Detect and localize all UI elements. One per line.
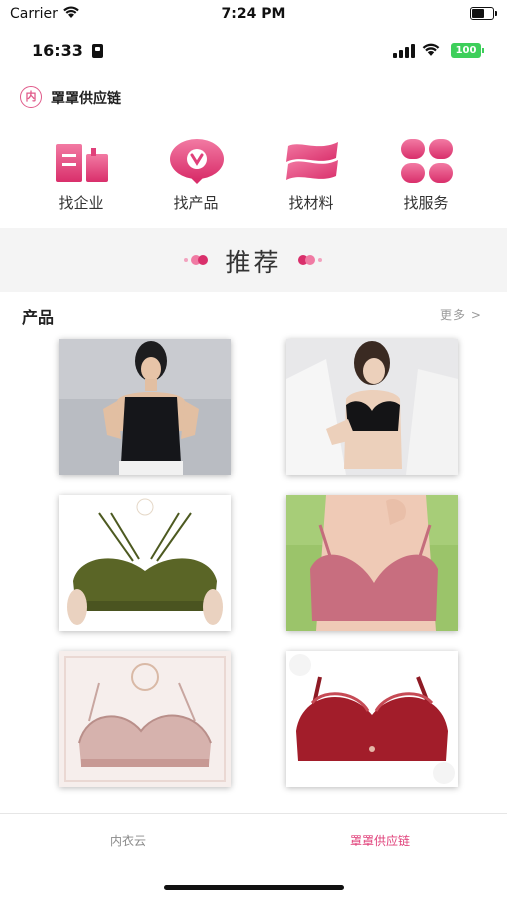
category-label: 找材料 xyxy=(288,194,334,212)
simulator-status-bar: Carrier 7:24 PM xyxy=(0,0,507,30)
category-label: 找企业 xyxy=(58,194,104,212)
product-card[interactable] xyxy=(59,495,231,631)
clover-icon xyxy=(401,139,453,183)
fabric-icon xyxy=(286,142,338,180)
category-find-company[interactable]: 找企业 xyxy=(26,136,136,216)
product-photo-pink-bra xyxy=(286,495,458,631)
product-photo-pink-lace-bra xyxy=(59,651,231,787)
category-find-product[interactable]: 找产品 xyxy=(141,136,251,216)
signal-icon xyxy=(393,44,415,58)
product-card[interactable] xyxy=(59,651,231,787)
more-link[interactable]: 更多 > xyxy=(440,306,482,323)
app-status-bar: 16:33 100 xyxy=(0,32,507,68)
product-photo-black-tank-top xyxy=(59,339,231,475)
tab-neiyi-cloud[interactable]: 内衣云 xyxy=(48,832,208,849)
simulator-clock: 7:24 PM xyxy=(221,6,286,22)
sim-card-icon xyxy=(92,44,103,58)
bottom-tab-bar: 内衣云 罩罩供应链 xyxy=(0,813,507,873)
category-label: 找服务 xyxy=(403,194,449,212)
battery-nub xyxy=(482,48,484,53)
product-photo-olive-strappy-bra xyxy=(59,495,231,631)
battery-icon xyxy=(470,7,497,20)
products-section-title: 产品 xyxy=(22,308,55,327)
app-clock: 16:33 xyxy=(32,41,83,60)
tab-supply-chain[interactable]: 罩罩供应链 xyxy=(300,832,460,849)
building-icon xyxy=(56,144,108,182)
category-nav: 找企业 找产品 找材料 找服务 xyxy=(0,136,507,216)
recommend-title: 推荐 xyxy=(225,248,282,277)
wifi-icon xyxy=(422,43,440,56)
product-badge-icon xyxy=(170,139,224,184)
home-indicator xyxy=(164,885,344,890)
battery-badge: 100 xyxy=(451,43,481,58)
product-photo-red-lace-bra xyxy=(286,651,458,787)
brand-name: 罩罩供应链 xyxy=(51,91,121,107)
product-card[interactable] xyxy=(286,651,458,787)
recommend-banner: 推荐 xyxy=(0,228,507,292)
product-card[interactable] xyxy=(286,495,458,631)
product-card[interactable] xyxy=(59,339,231,475)
category-label: 找产品 xyxy=(173,194,219,212)
category-find-service[interactable]: 找服务 xyxy=(371,136,481,216)
product-photo-black-bra xyxy=(286,339,458,475)
category-find-material[interactable]: 找材料 xyxy=(256,136,366,216)
product-card[interactable] xyxy=(286,339,458,475)
brand-logo: 内 xyxy=(20,86,42,108)
